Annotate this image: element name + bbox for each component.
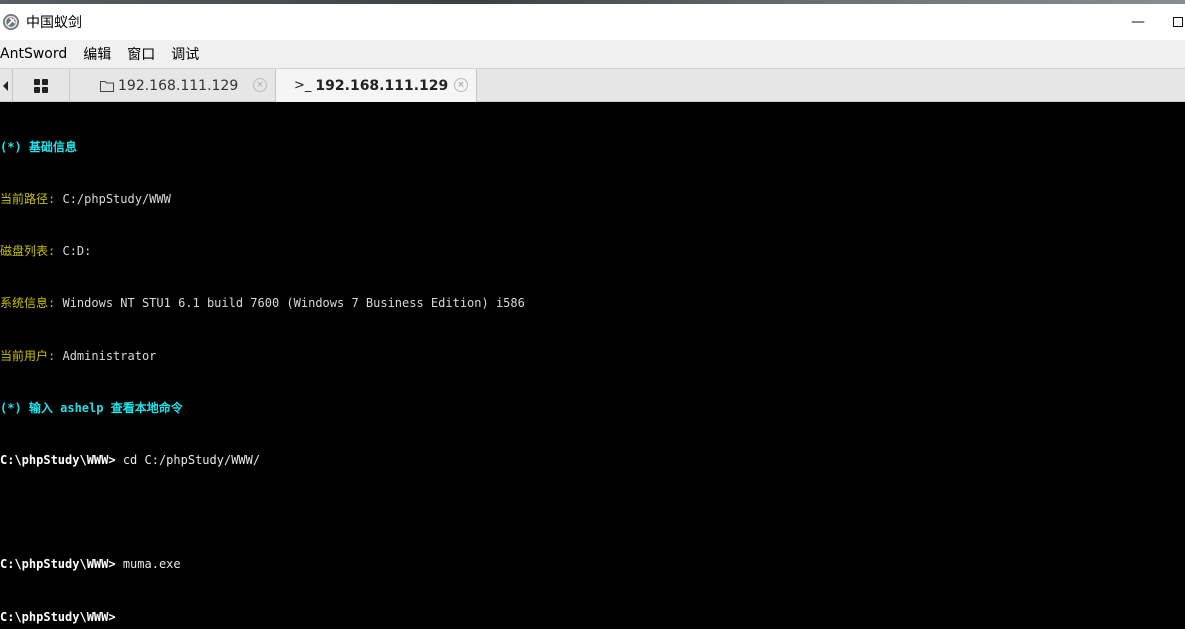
info-value: C:/phpStudy/WWW xyxy=(62,192,171,207)
tab-close-button[interactable]: × xyxy=(454,78,468,92)
antsword-logo-icon xyxy=(3,14,19,30)
terminal-icon: >_ xyxy=(294,78,312,93)
info-value: Windows NT STU1 6.1 build 7600 (Windows … xyxy=(62,296,525,311)
info-separator: : xyxy=(48,348,63,363)
terminal-command: muma.exe xyxy=(122,557,181,572)
terminal-prompt: C:\phpStudy\WWW> xyxy=(0,453,116,468)
terminal-info-line: 系统信息: Windows NT STU1 6.1 build 7600 (Wi… xyxy=(0,295,1185,312)
terminal-prompt: C:\phpStudy\WWW> xyxy=(0,557,116,572)
tab-home-grid[interactable] xyxy=(13,69,69,102)
info-separator: : xyxy=(48,244,63,259)
terminal-output[interactable]: (*) 基础信息 当前路径: C:/phpStudy/WWW 磁盘列表: C:D… xyxy=(0,102,1185,629)
menu-bar: AntSword 编辑 窗口 调试 xyxy=(0,40,1185,68)
info-separator: : xyxy=(48,192,63,207)
minimize-button[interactable]: — xyxy=(1115,4,1161,40)
grid-icon xyxy=(34,78,48,93)
chevron-left-icon xyxy=(3,80,8,91)
window-title: 中国蚁剑 xyxy=(26,15,82,31)
terminal-command-line: C:\phpStudy\WWW> muma.exe xyxy=(0,556,1185,573)
title-bar: 中国蚁剑 — xyxy=(0,4,1185,40)
tab-close-button[interactable]: × xyxy=(253,78,267,92)
terminal-info-header: (*) 基础信息 xyxy=(0,139,77,154)
terminal-command: cd C:/phpStudy/WWW/ xyxy=(122,453,261,468)
menu-debug[interactable]: 调试 xyxy=(163,40,207,68)
menu-window[interactable]: 窗口 xyxy=(119,40,163,68)
terminal-info-line: 磁盘列表: C:D: xyxy=(0,243,1185,260)
info-value: Administrator xyxy=(62,348,157,363)
terminal-info-line: 当前路径: C:/phpStudy/WWW xyxy=(0,191,1185,208)
maximize-icon xyxy=(1173,17,1183,27)
folder-icon xyxy=(100,80,114,92)
info-value: C:D: xyxy=(62,244,92,259)
maximize-button[interactable] xyxy=(1173,4,1185,40)
tab-label: 192.168.111.129 xyxy=(118,77,239,94)
menu-antsword[interactable]: AntSword xyxy=(0,40,75,68)
tab-file-manager[interactable]: 192.168.111.129 × xyxy=(70,69,275,102)
tab-label: 192.168.111.129 xyxy=(315,77,449,94)
info-label: 当前用户 xyxy=(0,348,49,363)
terminal-info-line: 当前用户: Administrator xyxy=(0,348,1185,365)
menu-edit[interactable]: 编辑 xyxy=(75,40,119,68)
info-label: 当前路径 xyxy=(0,192,49,207)
window-controls: — xyxy=(1115,4,1185,40)
info-label: 系统信息 xyxy=(0,296,49,311)
tab-terminal[interactable]: >_ 192.168.111.129 × xyxy=(275,69,477,102)
tab-scroll-left-button[interactable] xyxy=(0,69,12,102)
terminal-input-line[interactable]: C:\phpStudy\WWW> xyxy=(0,609,1185,626)
info-label: 磁盘列表 xyxy=(0,244,49,259)
terminal-prompt: C:\phpStudy\WWW> xyxy=(0,609,116,624)
info-separator: : xyxy=(48,296,63,311)
tab-bar: 192.168.111.129 × >_ 192.168.111.129 × xyxy=(0,68,1185,102)
terminal-command-line: C:\phpStudy\WWW> cd C:/phpStudy/WWW/ xyxy=(0,452,1185,469)
terminal-help-line: (*) 输入 ashelp 查看本地命令 xyxy=(0,400,183,415)
